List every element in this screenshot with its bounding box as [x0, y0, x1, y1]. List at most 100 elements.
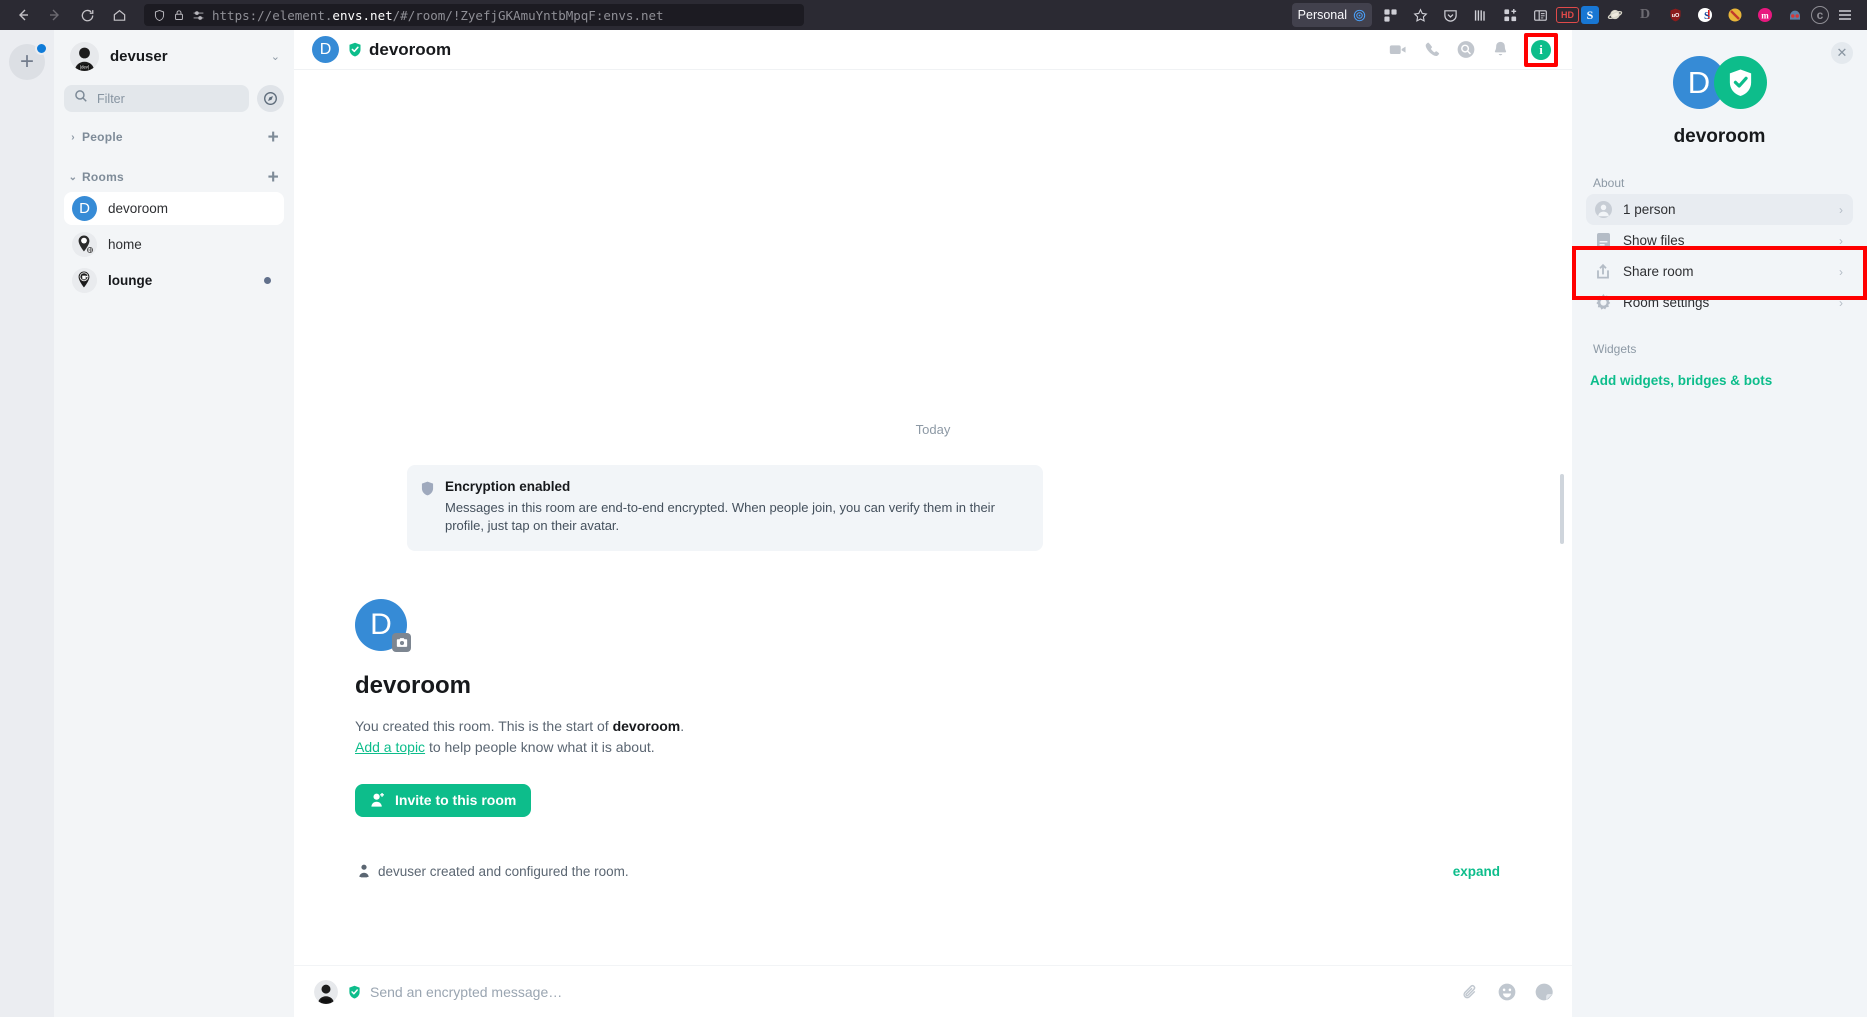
encryption-title: Encryption enabled [445, 479, 571, 494]
add-topic-link[interactable]: Add a topic [355, 739, 425, 755]
add-extension-icon[interactable] [1496, 2, 1524, 28]
intro-line2-rest: to help people know what it is about. [425, 738, 655, 755]
map-pin-icon [72, 232, 97, 257]
face-extension-icon[interactable] [1781, 2, 1809, 28]
sidebar-item-home[interactable]: home [64, 228, 284, 261]
room-avatar: D [72, 196, 97, 221]
menu-icon[interactable] [1831, 2, 1859, 28]
invite-to-room-button[interactable]: Invite to this room [355, 783, 532, 817]
scrollbar-thumb[interactable] [1560, 474, 1564, 544]
sticker-button[interactable] [1533, 981, 1554, 1002]
sidebar-section-rooms[interactable]: ⌄ Rooms + [64, 162, 284, 192]
search-icon [1457, 41, 1475, 58]
section-label-rooms: Rooms [82, 170, 124, 184]
message-input[interactable] [370, 983, 1459, 1000]
page-title: devoroom [369, 39, 452, 59]
video-call-button[interactable] [1388, 40, 1408, 60]
room-creation-event: devuser created and configured the room.… [355, 864, 1548, 879]
close-icon[interactable]: ✕ [1831, 42, 1853, 64]
room-avatar-upload[interactable]: D [355, 598, 411, 652]
sidebar-item-devoroom[interactable]: D devoroom [64, 192, 284, 225]
sci-hub-icon[interactable]: S [1691, 2, 1719, 28]
section-label-people: People [82, 130, 123, 144]
bookmark-star-icon[interactable] [1406, 2, 1434, 28]
c-extension-icon[interactable]: c [1811, 6, 1829, 24]
add-widgets-link[interactable]: Add widgets, bridges & bots [1590, 373, 1853, 388]
library-icon[interactable] [1466, 2, 1494, 28]
permissions-icon[interactable] [192, 9, 205, 22]
about-label: About [1593, 176, 1625, 190]
map-pin-icon [72, 268, 97, 293]
address-bar[interactable]: https://element.envs.net/#/room/!ZyefjGK… [144, 4, 804, 26]
verified-shield-icon [348, 985, 361, 999]
reload-icon[interactable] [72, 2, 102, 28]
room-info-panel: ✕ D devoroom About 1 person › Show files… [1572, 30, 1867, 1017]
no-script-icon[interactable] [1721, 2, 1749, 28]
chevron-down-icon[interactable]: ⌄ [271, 50, 284, 63]
planet-extension-icon[interactable] [1601, 2, 1629, 28]
encryption-text-block: Encryption enabled Messages in this room… [445, 479, 1025, 536]
explore-rooms-button[interactable] [257, 85, 284, 112]
forward-arrow-icon[interactable] [40, 2, 70, 28]
room-name-label: lounge [108, 273, 153, 288]
user-menu-button[interactable]: (dev) devuser ⌄ [64, 30, 284, 82]
message-timeline: Today Encryption enabled Messages in thi… [294, 70, 1572, 965]
voice-call-button[interactable] [1422, 40, 1442, 60]
search-input[interactable] [97, 91, 239, 106]
notification-dot [35, 42, 48, 55]
hd-extension-icon[interactable]: HD [1556, 7, 1579, 23]
emoji-button[interactable] [1496, 981, 1517, 1002]
add-people-button[interactable]: + [268, 128, 284, 147]
room-info-files-row[interactable]: Show files › [1586, 225, 1853, 256]
encryption-body: Messages in this room are end-to-end enc… [445, 500, 995, 534]
room-info-button[interactable]: i [1531, 39, 1551, 60]
search-button[interactable] [1456, 40, 1476, 60]
create-space-button[interactable]: + [9, 42, 48, 80]
fingerprint-icon [1353, 9, 1366, 21]
room-name-label: home [108, 237, 142, 252]
compass-icon [264, 92, 277, 105]
bell-icon [1494, 41, 1506, 56]
room-info-share-row[interactable]: Share room › [1586, 256, 1853, 287]
invite-button-label: Invite to this room [395, 792, 517, 809]
add-room-button[interactable]: + [268, 168, 284, 187]
share-room-label: Share room [1623, 264, 1694, 279]
m-extension-icon[interactable]: m [1751, 2, 1779, 28]
extensions-grid-icon[interactable] [1376, 2, 1404, 28]
sidebar-item-lounge[interactable]: lounge [64, 264, 284, 297]
room-avatar[interactable]: D [312, 36, 339, 63]
date-separator: Today [915, 422, 951, 437]
person-icon [1594, 201, 1612, 218]
svg-text:(dev): (dev) [80, 64, 90, 69]
composer-actions [1459, 981, 1554, 1002]
profile-label: Personal [1297, 8, 1347, 22]
sticker-icon [1535, 983, 1553, 1000]
video-camera-icon [1389, 45, 1406, 55]
unread-indicator [264, 277, 271, 284]
room-list-panel: (dev) devuser ⌄ › People + ⌄ Rooms [54, 30, 294, 1017]
pocket-icon[interactable] [1436, 2, 1464, 28]
search-box[interactable] [64, 85, 249, 112]
room-info-people-row[interactable]: 1 person › [1586, 194, 1853, 225]
room-info-settings-row[interactable]: Room settings › [1586, 287, 1853, 318]
notifications-button[interactable] [1490, 40, 1510, 60]
user-icon [355, 864, 372, 878]
ublock-icon[interactable]: uO [1661, 2, 1689, 28]
reader-view-icon[interactable] [1526, 2, 1554, 28]
intro-line1-pre: You created this room. This is the start… [355, 717, 613, 734]
attachment-button[interactable] [1459, 981, 1480, 1002]
expand-button[interactable]: expand [1453, 864, 1500, 879]
room-avatar [72, 268, 97, 293]
room-settings-label: Room settings [1623, 295, 1710, 310]
d-extension-icon[interactable]: D [1631, 2, 1659, 28]
home-icon[interactable] [104, 2, 134, 28]
room-intro: D devoroom You created this room. This i… [355, 598, 1548, 817]
s-extension-icon[interactable]: S [1581, 6, 1599, 24]
person-add-icon [371, 793, 384, 807]
chevron-right-icon: › [1839, 264, 1843, 279]
verified-shield-icon [348, 42, 362, 57]
firefox-profile-chip[interactable]: Personal [1291, 3, 1372, 27]
shield-icon [421, 481, 435, 536]
sidebar-section-people[interactable]: › People + [64, 122, 284, 152]
back-arrow-icon[interactable] [8, 2, 38, 28]
